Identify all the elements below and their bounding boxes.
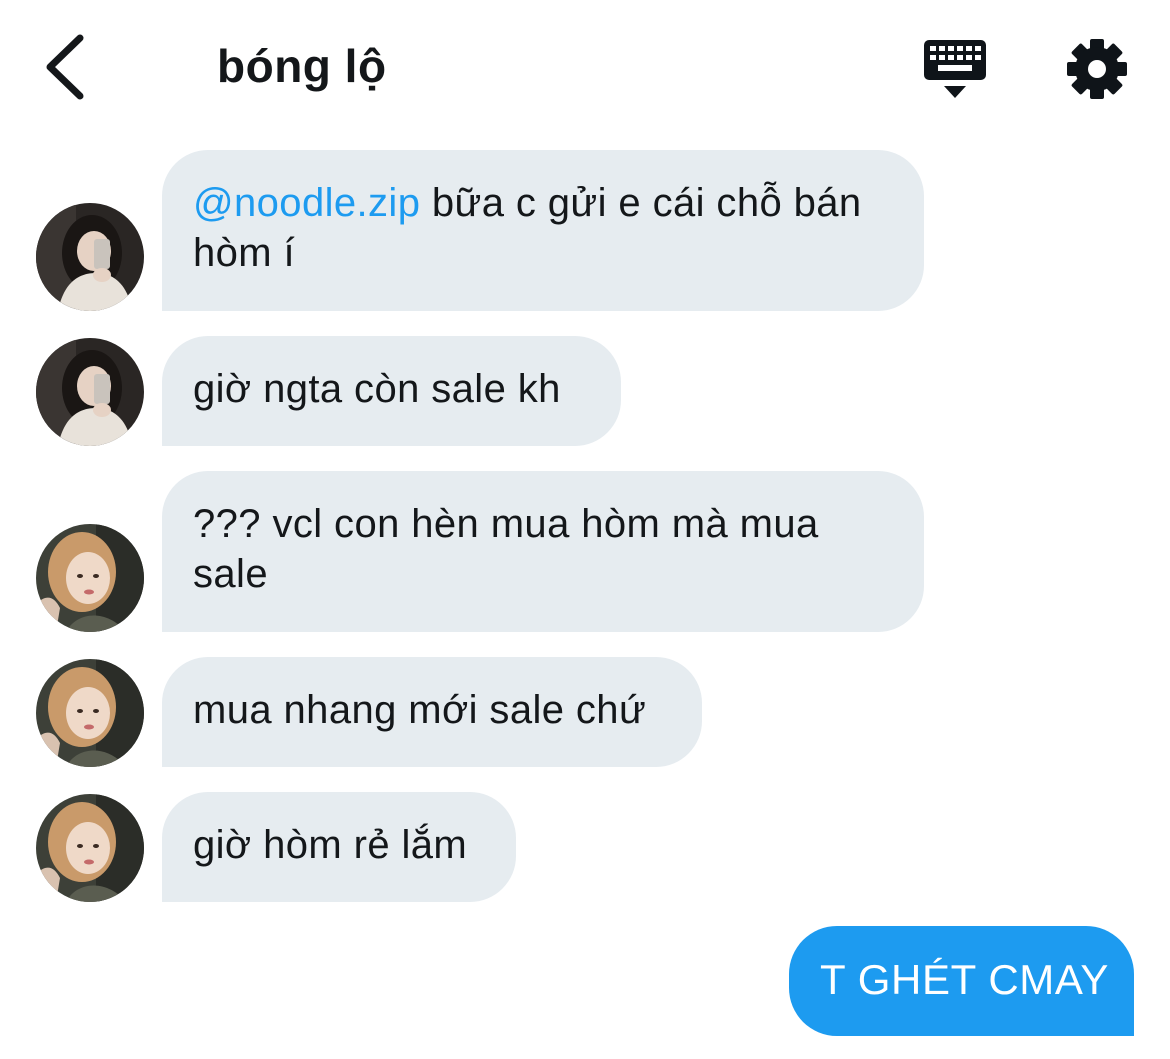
sent-message-bubble[interactable]: T GHÉT CMAY [789,926,1134,1036]
avatar[interactable] [36,338,144,446]
avatar-dark-hair-image [36,203,144,311]
avatar[interactable] [36,524,144,632]
conversation-header: bóng lộ [0,0,1170,135]
message-bubble[interactable]: ??? vcl con hèn mua hòm mà mua sale [162,471,924,632]
avatar-blonde-hair-image [36,794,144,902]
message-text: T GHÉT CMAY [820,956,1109,1003]
gear-icon [1067,39,1127,99]
message-text: giờ ngta còn sale kh [193,367,561,411]
message-bubble[interactable]: mua nhang mới sale chứ [162,657,702,767]
conversation-title: bóng lộ [217,40,387,92]
message-bubble[interactable]: giờ ngta còn sale kh [162,336,621,446]
message-text: ??? vcl con hèn mua hòm mà mua sale [193,502,819,596]
avatar-dark-hair-image [36,338,144,446]
message-bubble[interactable]: giờ hòm rẻ lắm [162,792,516,902]
back-button[interactable] [40,32,100,102]
avatar[interactable] [36,794,144,902]
message-bubble[interactable]: @noodle.zip bữa c gửi e cái chỗ bán hòm … [162,150,924,311]
message-text: giờ hòm rẻ lắm [193,823,468,867]
message-text: mua nhang mới sale chứ [193,688,647,732]
mention-link[interactable]: @noodle.zip [193,181,420,225]
keyboard-icon [924,40,986,98]
chevron-left-icon [46,34,84,100]
avatar[interactable] [36,203,144,311]
keyboard-toggle-button[interactable] [920,36,990,102]
settings-button[interactable] [1064,36,1130,102]
avatar[interactable] [36,659,144,767]
avatar-blonde-hair-image [36,524,144,632]
avatar-blonde-hair-image [36,659,144,767]
